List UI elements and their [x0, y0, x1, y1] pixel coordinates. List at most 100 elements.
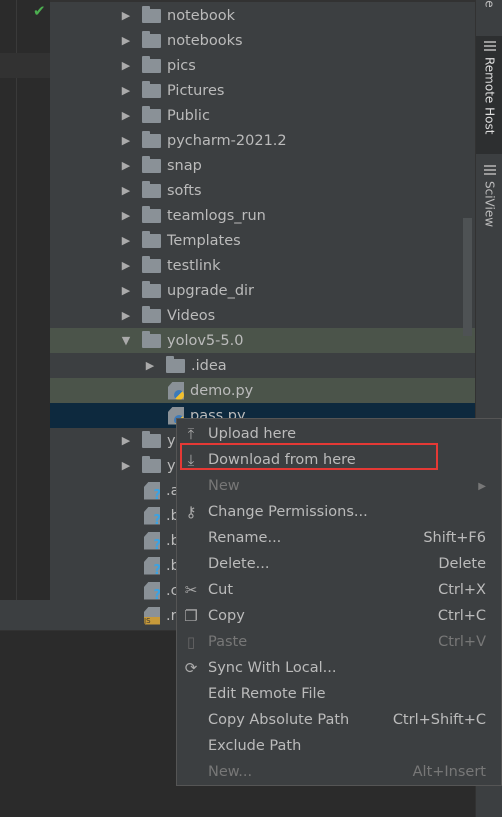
expand-arrow-icon[interactable]: ▶: [120, 109, 132, 122]
tree-item-label: demo.py: [190, 382, 254, 399]
menu-item-delete[interactable]: Delete... Delete: [177, 551, 501, 577]
menu-item-label: Copy Absolute Path: [208, 712, 350, 728]
tree-item[interactable]: ▶ notebooks: [50, 28, 475, 53]
unknown-file-icon: [144, 531, 160, 550]
context-menu: ⤒ Upload here ⤓ Download from here New ▶ ⚷ Chan…: [176, 418, 502, 786]
tree-item[interactable]: ▶ notebook: [50, 3, 475, 28]
menu-item-shortcut: Ctrl+Shift+C: [392, 712, 486, 728]
menu-item-copy-absolute-path[interactable]: Copy Absolute Path Ctrl+Shift+C: [177, 707, 501, 733]
check-icon: ✔: [33, 2, 46, 20]
menu-item-label: Cut: [208, 582, 233, 598]
folder-icon: [142, 55, 161, 73]
tree-item-label: notebook: [167, 7, 236, 24]
menu-item-label: Rename...: [208, 530, 282, 546]
folder-icon: [142, 30, 161, 48]
key-icon: ⚷: [185, 503, 197, 521]
expand-arrow-icon[interactable]: ▶: [120, 34, 132, 47]
menu-item-label: Change Permissions...: [208, 504, 368, 520]
tool-tab-database[interactable]: se: [476, 0, 502, 36]
menu-item-shortcut: Shift+F6: [423, 530, 486, 546]
folder-icon: [142, 130, 161, 148]
tree-item-label: .r: [166, 607, 177, 624]
collapse-arrow-icon[interactable]: ▼: [120, 334, 132, 347]
folder-icon: [142, 305, 161, 323]
folder-icon: [142, 80, 161, 98]
menu-item-change-permissions[interactable]: ⚷ Change Permissions...: [177, 499, 501, 525]
tool-tab-sciview[interactable]: SciView: [476, 165, 502, 245]
tree-item[interactable]: ▶ pics: [50, 53, 475, 78]
tree-item[interactable]: ▶ Pictures: [50, 78, 475, 103]
tree-item[interactable]: ▶ upgrade_dir: [50, 278, 475, 303]
tab-label: SciView: [482, 181, 497, 228]
expand-arrow-icon[interactable]: ▶: [120, 209, 132, 222]
menu-item-edit-remote-file[interactable]: Edit Remote File: [177, 681, 501, 707]
tree-item[interactable]: ▶ teamlogs_run: [50, 203, 475, 228]
menu-item-shortcut: Delete: [438, 556, 486, 572]
unknown-file-icon: [144, 506, 160, 525]
copy-icon: ❐: [184, 607, 198, 625]
scissors-icon: ✂: [184, 581, 198, 599]
menu-item-download-from-here[interactable]: ⤓ Download from here: [177, 447, 501, 473]
tree-item[interactable]: ▶ testlink: [50, 253, 475, 278]
tree-item[interactable]: ▶ pycharm-2021.2: [50, 128, 475, 153]
expand-arrow-icon[interactable]: ▶: [120, 9, 132, 22]
menu-item-label: New: [208, 478, 240, 494]
tree-item[interactable]: ▶ softs: [50, 178, 475, 203]
editor-gutter: ✔: [0, 0, 50, 600]
folder-icon: [142, 255, 161, 273]
unknown-file-icon: [144, 481, 160, 500]
tree-item[interactable]: ▶ Videos: [50, 303, 475, 328]
download-icon: ⤓: [187, 451, 195, 469]
expand-arrow-icon[interactable]: ▶: [120, 309, 132, 322]
expand-arrow-icon[interactable]: ▶: [120, 84, 132, 97]
tree-item-label: Templates: [167, 232, 241, 249]
upload-icon: ⤒: [187, 425, 195, 443]
js-file-icon: [144, 606, 160, 625]
menu-item-upload-here[interactable]: ⤒ Upload here: [177, 421, 501, 447]
expand-arrow-icon[interactable]: ▶: [120, 459, 132, 472]
tree-item[interactable]: ▶ .idea: [50, 353, 475, 378]
menu-item-exclude-path[interactable]: Exclude Path: [177, 733, 501, 759]
tree-scrollbar[interactable]: [463, 218, 472, 336]
tree-item[interactable]: demo.py: [50, 378, 475, 403]
menu-item-label: Sync With Local...: [208, 660, 337, 676]
menu-item-paste[interactable]: ▯ Paste Ctrl+V: [177, 629, 501, 655]
tree-item-label: yolov5-5.0: [167, 332, 244, 349]
sciview-icon: [483, 165, 496, 177]
tree-item-label: pycharm-2021.2: [167, 132, 287, 149]
menu-item-label: Upload here: [208, 426, 297, 442]
menu-item-new[interactable]: New... Alt+Insert: [177, 759, 501, 785]
menu-item-label: New...: [208, 764, 253, 780]
python-file-icon: [168, 381, 184, 400]
menu-item-new[interactable]: New ▶: [177, 473, 501, 499]
expand-arrow-icon[interactable]: ▶: [120, 284, 132, 297]
expand-arrow-icon[interactable]: ▶: [120, 434, 132, 447]
expand-arrow-icon[interactable]: ▶: [120, 59, 132, 72]
menu-item-rename[interactable]: Rename... Shift+F6: [177, 525, 501, 551]
remote-host-icon: [483, 41, 496, 53]
expand-arrow-icon[interactable]: ▶: [120, 134, 132, 147]
expand-arrow-icon[interactable]: ▶: [120, 234, 132, 247]
tree-item[interactable]: ▶ Public: [50, 103, 475, 128]
tree-item-label: snap: [167, 157, 202, 174]
menu-item-label: Copy: [208, 608, 245, 624]
folder-icon: [142, 105, 161, 123]
tree-item[interactable]: ▼ yolov5-5.0: [50, 328, 475, 353]
tree-item[interactable]: ▶ Templates: [50, 228, 475, 253]
expand-arrow-icon[interactable]: ▶: [120, 159, 132, 172]
expand-arrow-icon[interactable]: ▶: [144, 359, 156, 372]
menu-item-sync-with-local[interactable]: ⟳ Sync With Local...: [177, 655, 501, 681]
expand-arrow-icon[interactable]: ▶: [120, 259, 132, 272]
menu-item-copy[interactable]: ❐ Copy Ctrl+C: [177, 603, 501, 629]
menu-item-label: Edit Remote File: [208, 686, 326, 702]
menu-item-label: Delete...: [208, 556, 270, 572]
tool-tab-remote-host[interactable]: Remote Host: [476, 36, 502, 154]
menu-item-cut[interactable]: ✂ Cut Ctrl+X: [177, 577, 501, 603]
tree-item-label: y: [167, 457, 176, 474]
menu-item-shortcut: Alt+Insert: [412, 764, 486, 780]
menu-item-label: Paste: [208, 634, 248, 650]
menu-item-shortcut: Ctrl+V: [438, 634, 486, 650]
expand-arrow-icon[interactable]: ▶: [120, 184, 132, 197]
submenu-arrow-icon: ▶: [478, 480, 486, 492]
tree-item[interactable]: ▶ snap: [50, 153, 475, 178]
